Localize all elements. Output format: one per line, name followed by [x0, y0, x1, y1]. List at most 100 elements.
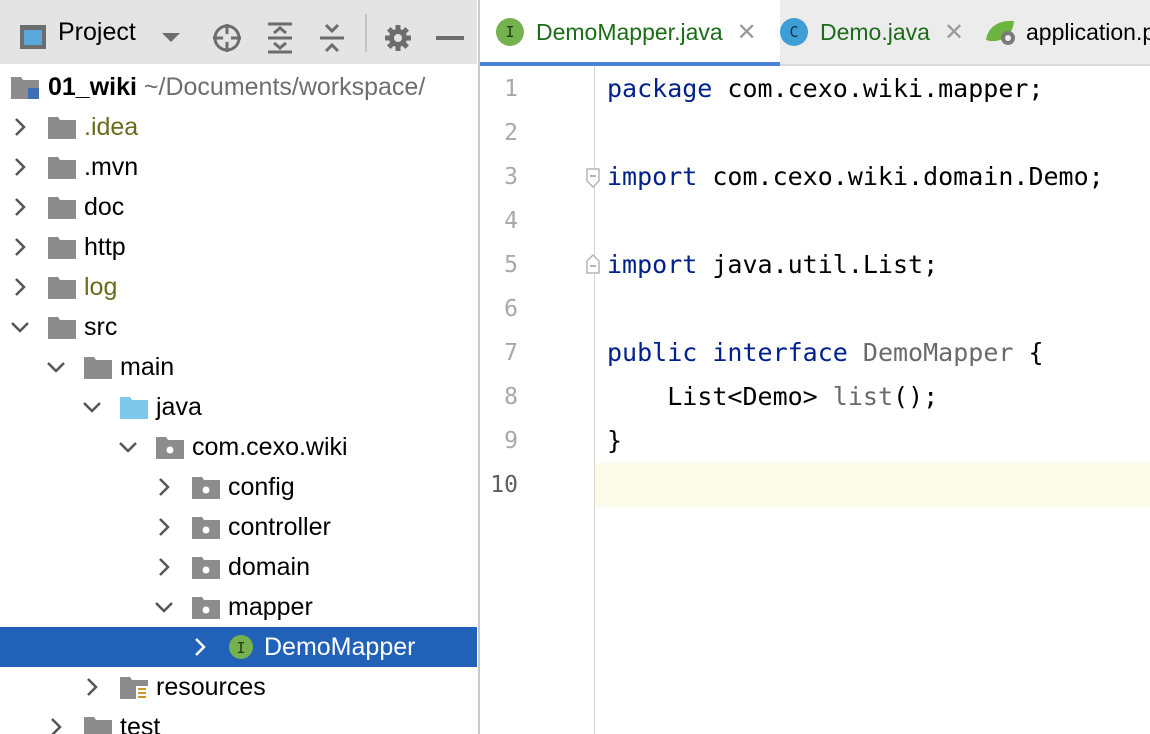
project-view-icon: [20, 25, 46, 49]
folder-icon: [48, 157, 76, 179]
code-text: com.cexo.wiki.domain.Demo;: [697, 162, 1104, 191]
keyword-public: public: [607, 338, 698, 367]
package-icon: [192, 597, 220, 619]
chevron-right-icon[interactable]: [80, 675, 104, 699]
tab-demomapper-java[interactable]: I DemoMapper.java ✕: [480, 0, 780, 66]
spring-leaf-icon: [986, 20, 1015, 45]
tree-item-mvn[interactable]: .mvn: [0, 147, 477, 187]
tree-item-doc[interactable]: doc: [0, 187, 477, 227]
tab-label: application.p: [1026, 18, 1150, 45]
editor-tab-bar: I DemoMapper.java ✕ C Demo.java ✕ applic…: [480, 0, 1150, 66]
chevron-down-icon[interactable]: [152, 595, 176, 619]
keyword-import: import: [607, 250, 698, 279]
tree-item-main[interactable]: main: [0, 347, 477, 387]
code-text: java.util.List;: [697, 250, 939, 279]
root-name: 01_wiki: [48, 73, 137, 101]
tree-item-idea[interactable]: .idea: [0, 107, 477, 147]
tree-item-test[interactable]: test: [0, 707, 477, 734]
tree-item-label: config: [228, 473, 295, 501]
project-title[interactable]: Project: [58, 18, 136, 47]
tree-item-com-cexo-wiki[interactable]: com.cexo.wiki: [0, 427, 477, 467]
line-number: 3: [504, 164, 518, 190]
chevron-down-icon[interactable]: [80, 395, 104, 419]
keyword-package: package: [607, 74, 713, 103]
tree-item-mapper[interactable]: mapper: [0, 587, 477, 627]
line-number: 7: [504, 340, 518, 366]
tree-item-src[interactable]: src: [0, 307, 477, 347]
chevron-right-icon[interactable]: [8, 195, 32, 219]
interface-name: DemoMapper: [862, 338, 1014, 367]
source-folder-icon: [120, 397, 148, 419]
class-icon: C: [780, 18, 808, 46]
package-icon: [192, 517, 220, 539]
resources-folder-icon: [120, 677, 148, 699]
expand-all-icon[interactable]: [266, 22, 294, 54]
chevron-right-icon[interactable]: [8, 275, 32, 299]
folder-icon: [48, 277, 76, 299]
chevron-down-icon[interactable]: [44, 355, 68, 379]
root-path: ~/Documents/workspace/: [143, 73, 426, 101]
package-icon: [192, 557, 220, 579]
code-type: List<Demo>: [667, 382, 833, 411]
project-toolbar: Project: [0, 0, 477, 64]
fold-icon[interactable]: [586, 254, 600, 274]
tree-item-log[interactable]: log: [0, 267, 477, 307]
tree-item-http[interactable]: http: [0, 227, 477, 267]
tree-item-java[interactable]: java: [0, 387, 477, 427]
tree-item-label: domain: [228, 553, 310, 581]
tree-item-resources[interactable]: resources: [0, 667, 477, 707]
tree-item-label: java: [156, 393, 202, 421]
code-line-3: import com.cexo.wiki.domain.Demo;: [607, 162, 1104, 192]
tab-demo-java[interactable]: C Demo.java ✕: [764, 0, 980, 64]
chevron-right-icon[interactable]: [8, 235, 32, 259]
chevron-right-icon[interactable]: [152, 475, 176, 499]
folder-icon: [48, 117, 76, 139]
fold-icon[interactable]: [586, 168, 600, 188]
chevron-right-icon[interactable]: [8, 115, 32, 139]
chevron-down-icon[interactable]: [116, 435, 140, 459]
close-icon[interactable]: ✕: [737, 18, 757, 47]
keyword-import: import: [607, 162, 698, 191]
code-text: }: [607, 426, 623, 455]
chevron-down-icon[interactable]: [8, 315, 32, 339]
chevron-right-icon[interactable]: [8, 155, 32, 179]
tree-item-label: .mvn: [84, 153, 139, 181]
tree-item-label: mapper: [228, 593, 313, 621]
dropdown-icon[interactable]: [160, 30, 182, 44]
gear-icon[interactable]: [384, 24, 412, 52]
line-number: 6: [504, 296, 518, 322]
tab-application-properties[interactable]: application.p: [964, 0, 1150, 64]
chevron-right-icon[interactable]: [188, 635, 212, 659]
tree-item-label: log: [84, 273, 118, 301]
tree-item-label: src: [84, 313, 118, 341]
tree-item-label: main: [120, 353, 175, 381]
chevron-right-icon[interactable]: [152, 515, 176, 539]
interface-icon: I: [229, 635, 253, 659]
package-icon: [192, 477, 220, 499]
locate-icon[interactable]: [212, 23, 242, 53]
line-number: 5: [504, 252, 518, 278]
project-tool-window: Project 01_wiki ~/Documents/workspace/ .…: [0, 0, 477, 734]
tree-item-demomapper[interactable]: I DemoMapper: [0, 627, 477, 667]
tree-root-01-wiki[interactable]: 01_wiki ~/Documents/workspace/: [0, 67, 477, 107]
folder-icon: [48, 317, 76, 339]
module-folder-icon: [11, 77, 39, 99]
tree-item-domain[interactable]: domain: [0, 547, 477, 587]
code-text: {: [1013, 338, 1044, 367]
tree-item-label: .idea: [84, 113, 139, 141]
tree-item-config[interactable]: config: [0, 467, 477, 507]
toolbar-separator: [365, 14, 367, 52]
chevron-right-icon[interactable]: [152, 555, 176, 579]
svg-text:I: I: [236, 639, 245, 657]
folder-icon: [48, 237, 76, 259]
project-view-selector[interactable]: Project: [58, 0, 136, 64]
code-line-8: List<Demo> list();: [607, 382, 938, 412]
close-icon[interactable]: ✕: [944, 18, 964, 47]
minimize-icon[interactable]: [436, 36, 464, 40]
tree-item-controller[interactable]: controller: [0, 507, 477, 547]
tree-item-label: doc: [84, 193, 125, 221]
tree-item-label: controller: [228, 513, 331, 541]
tab-label: Demo.java: [820, 18, 930, 45]
collapse-all-icon[interactable]: [318, 22, 346, 54]
chevron-right-icon[interactable]: [44, 715, 68, 734]
